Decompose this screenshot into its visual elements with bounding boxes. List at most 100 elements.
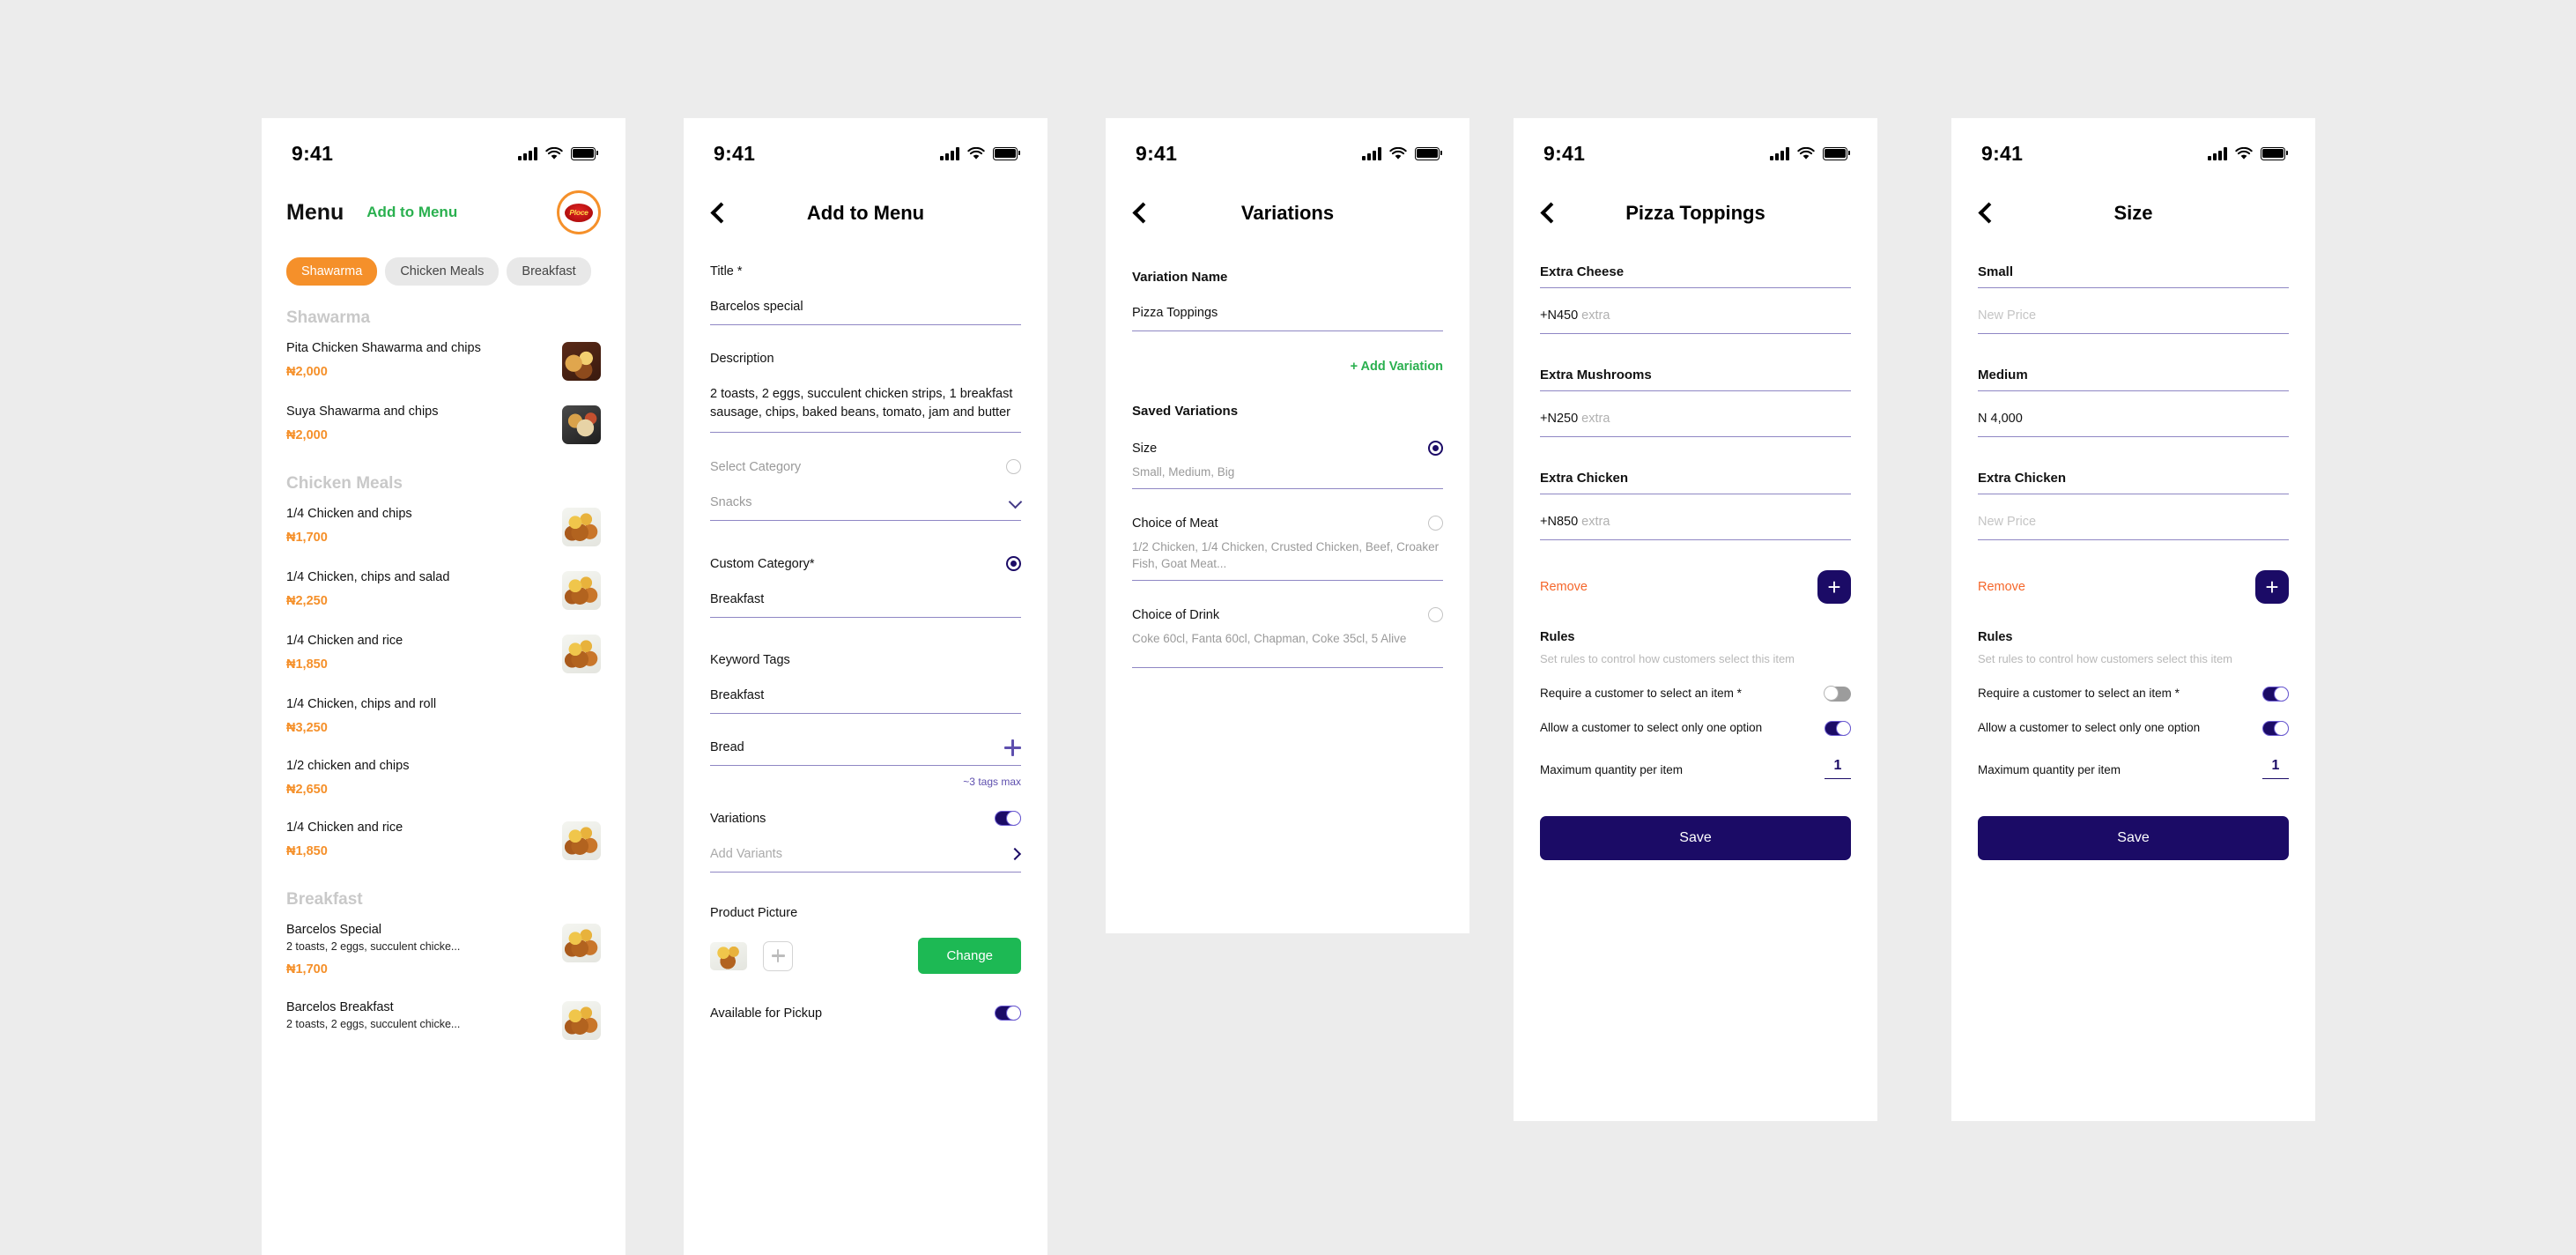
list-item[interactable]: Suya Shawarma and chips ₦2,000 — [286, 404, 601, 444]
rule-single-option-toggle[interactable] — [1825, 721, 1851, 737]
save-button[interactable]: Save — [1978, 815, 2289, 860]
rule-require-selection-toggle[interactable] — [1824, 685, 1851, 702]
list-item[interactable]: 1/4 Chicken and rice ₦1,850 — [286, 633, 601, 673]
change-picture-button[interactable]: Change — [918, 938, 1021, 975]
back-icon[interactable] — [1976, 204, 1995, 223]
title-input[interactable]: Barcelos special — [710, 298, 1021, 326]
keyword-tag-input-1[interactable]: Breakfast — [710, 687, 1021, 715]
rule-require-selection-row: Require a customer to select an item * — [1978, 686, 2289, 702]
select-category-radio[interactable] — [1006, 459, 1021, 475]
saved-variations-label: Saved Variations — [1132, 404, 1239, 420]
list-item[interactable]: Barcelos Breakfast 2 toasts, 2 eggs, suc… — [286, 999, 601, 1040]
saved-variation-row[interactable]: Choice of Meat 1/2 Chicken, 1/4 Chicken,… — [1132, 516, 1443, 582]
description-field-group: Description 2 toasts, 2 eggs, succulent … — [710, 352, 1021, 434]
saved-variation-radio[interactable] — [1428, 607, 1443, 623]
nav-bar: Add to Menu — [684, 189, 1047, 238]
option-name-input[interactable]: Small — [1978, 264, 2289, 288]
back-icon[interactable] — [1130, 204, 1150, 223]
option-name-input[interactable]: Medium — [1978, 368, 2289, 391]
saved-variation-row[interactable]: Choice of Drink Coke 60cl, Fanta 60cl, C… — [1132, 607, 1443, 668]
item-name: Barcelos Special — [286, 923, 381, 938]
available-for-pickup-toggle[interactable] — [995, 1006, 1021, 1021]
rules-subtitle: Set rules to control how customers selec… — [1540, 652, 1795, 665]
option-price-input[interactable]: +N850 extra — [1540, 515, 1851, 540]
option-block: Extra Mushrooms +N250 extra — [1540, 368, 1851, 437]
description-input[interactable]: 2 toasts, 2 eggs, succulent chicken stri… — [710, 385, 1021, 434]
remove-button[interactable]: Remove — [1540, 580, 1588, 594]
variations-toggle[interactable] — [995, 811, 1021, 827]
list-item[interactable]: 1/4 Chicken and rice ₦1,850 — [286, 820, 601, 861]
option-name-input[interactable]: Extra Mushrooms — [1540, 368, 1851, 391]
option-name-input[interactable]: Extra Chicken — [1978, 471, 2289, 494]
back-icon[interactable] — [708, 204, 728, 223]
select-category-label: Select Category — [710, 459, 802, 474]
saved-variation-row[interactable]: Size Small, Medium, Big — [1132, 441, 1443, 490]
add-to-menu-link[interactable]: Add to Menu — [366, 204, 457, 221]
status-bar: 9:41 — [684, 130, 1047, 176]
add-variants-row[interactable]: Add Variants — [710, 845, 1021, 873]
list-item[interactable]: 1/4 Chicken, chips and salad ₦2,250 — [286, 569, 601, 610]
option-price-input[interactable]: New Price — [1978, 308, 2289, 334]
saved-variation-radio[interactable] — [1428, 516, 1443, 531]
list-item[interactable]: 1/4 Chicken, chips and roll ₦3,250 — [286, 696, 601, 735]
page-title: Menu — [286, 199, 344, 225]
custom-category-radio[interactable] — [1006, 556, 1021, 572]
battery-icon — [1415, 146, 1442, 160]
list-item-text: Barcelos Special 2 toasts, 2 eggs, succu… — [286, 922, 551, 976]
item-name: Pita Chicken Shawarma and chips — [286, 341, 481, 355]
rules-subtitle: Set rules to control how customers selec… — [1978, 652, 2233, 665]
add-variation-button[interactable]: + Add Variation — [1132, 360, 1443, 374]
cellular-signal-icon — [2208, 146, 2227, 160]
status-icons — [1770, 146, 1850, 160]
list-item[interactable]: Barcelos Special 2 toasts, 2 eggs, succu… — [286, 922, 601, 977]
add-option-button[interactable] — [1817, 570, 1851, 604]
option-price-input[interactable]: +N450 extra — [1540, 308, 1851, 334]
item-thumbnail — [562, 924, 601, 963]
option-name-input[interactable]: Extra Chicken — [1540, 471, 1851, 494]
variation-name-input[interactable]: Pizza Toppings — [1132, 304, 1443, 332]
option-block: Extra Chicken New Price — [1978, 471, 2289, 540]
option-name-input[interactable]: Extra Cheese — [1540, 264, 1851, 288]
add-tag-icon[interactable] — [1004, 739, 1021, 757]
item-price: ₦2,000 — [286, 428, 328, 443]
max-quantity-row: Maximum quantity per item 1 — [1540, 758, 1851, 779]
list-item[interactable]: Pita Chicken Shawarma and chips ₦2,000 — [286, 340, 601, 381]
rule-single-option-toggle[interactable] — [2262, 721, 2289, 737]
option-price-input[interactable]: N 4,000 — [1978, 412, 2289, 437]
add-option-button[interactable] — [2255, 570, 2289, 604]
max-quantity-input[interactable]: 1 — [1825, 758, 1851, 779]
option-block: Medium N 4,000 — [1978, 368, 2289, 437]
category-tabs: Shawarma Chicken Meals Breakfast — [262, 257, 625, 286]
tab-chicken-meals[interactable]: Chicken Meals — [385, 257, 500, 286]
list-item[interactable]: 1/2 chicken and chips ₦2,650 — [286, 758, 601, 797]
rule-require-selection-toggle[interactable] — [2262, 686, 2289, 702]
menu-list[interactable]: Shawarma Pita Chicken Shawarma and chips… — [262, 308, 625, 1040]
available-for-pickup-group: Available for Pickup — [710, 1006, 1021, 1021]
tab-breakfast[interactable]: Breakfast — [507, 257, 591, 286]
save-button[interactable]: Save — [1540, 815, 1851, 860]
tab-shawarma[interactable]: Shawarma — [286, 257, 378, 286]
option-price-suffix: extra — [1581, 515, 1610, 529]
max-quantity-input[interactable]: 1 — [2262, 758, 2289, 779]
item-name: 1/4 Chicken, chips and roll — [286, 697, 437, 711]
add-picture-button[interactable] — [763, 940, 793, 971]
option-price-input[interactable]: New Price — [1978, 515, 2289, 540]
saved-variation-header: Choice of Drink — [1132, 607, 1443, 623]
select-category-dropdown[interactable]: Snacks — [710, 494, 1021, 522]
keyword-tag-input-2[interactable]: Bread — [710, 739, 1021, 767]
status-bar: 9:41 — [262, 130, 625, 176]
remove-button[interactable]: Remove — [1978, 580, 2025, 594]
list-item[interactable]: 1/4 Chicken and chips ₦1,700 — [286, 506, 601, 546]
item-name: 1/4 Chicken and rice — [286, 821, 403, 835]
product-picture-row: Change — [710, 938, 1021, 975]
chevron-right-icon — [1010, 848, 1021, 861]
variation-name-label: Variation Name — [1132, 270, 1228, 285]
back-icon[interactable] — [1538, 204, 1558, 223]
page-title: Variations — [1240, 202, 1335, 224]
custom-category-input[interactable]: Breakfast — [710, 590, 1021, 619]
option-price-input[interactable]: +N250 extra — [1540, 412, 1851, 437]
option-actions: Remove — [1540, 570, 1851, 604]
product-picture-thumbnail[interactable] — [710, 941, 747, 970]
chevron-down-icon — [1010, 497, 1021, 509]
saved-variation-radio[interactable] — [1428, 441, 1443, 457]
